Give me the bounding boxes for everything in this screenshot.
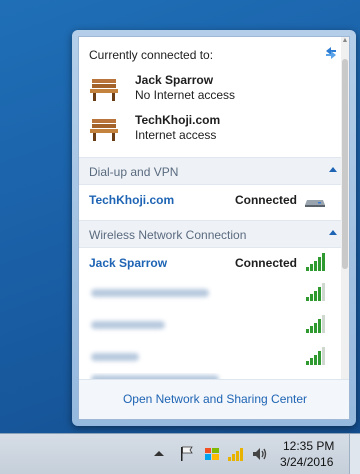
clock-date[interactable]: 3/24/2016 xyxy=(280,455,333,469)
bench-icon xyxy=(90,119,118,141)
wireless-item[interactable] xyxy=(89,315,325,337)
modem-icon xyxy=(305,200,325,207)
flyout-footer: Open Network and Sharing Center xyxy=(79,379,349,419)
signal-icon xyxy=(306,315,325,333)
vpn-item-techkhoji[interactable]: TechKhoji.com Connected xyxy=(89,190,325,212)
show-desktop-button[interactable] xyxy=(349,434,360,474)
connection-status: Connected xyxy=(234,256,297,270)
connected-header: Currently connected to: xyxy=(89,48,214,62)
chevron-up-icon[interactable] xyxy=(153,448,165,460)
connection-status: No Internet access xyxy=(135,88,236,102)
flag-icon[interactable] xyxy=(178,445,196,463)
signal-icon xyxy=(306,283,325,301)
connected-network-jack-sparrow[interactable]: Jack Sparrow No Internet access xyxy=(89,73,329,107)
chevron-up-icon[interactable] xyxy=(329,229,337,237)
scroll-up-icon[interactable]: ▲ xyxy=(341,37,349,45)
network-name xyxy=(91,289,209,297)
network-name: Jack Sparrow xyxy=(89,256,168,270)
wireless-item[interactable] xyxy=(89,347,325,369)
speaker-icon[interactable] xyxy=(251,445,269,463)
scroll-thumb[interactable] xyxy=(342,59,348,269)
network-icon[interactable] xyxy=(227,445,245,463)
taskbar: 12:35 PM 3/24/2016 xyxy=(0,433,360,474)
section-dialup-vpn[interactable]: Dial-up and VPN xyxy=(79,157,349,185)
flyout-panel: Currently connected to: Jack Sparrow No … xyxy=(78,36,350,420)
chevron-up-icon[interactable] xyxy=(329,166,337,174)
clock-time[interactable]: 12:35 PM xyxy=(283,439,334,453)
connected-network-techkhoji[interactable]: TechKhoji.com Internet access xyxy=(89,113,329,147)
refresh-icon[interactable] xyxy=(323,45,339,61)
network-name xyxy=(91,353,139,361)
section-title: Wireless Network Connection xyxy=(89,228,247,242)
open-network-sharing-center-link[interactable]: Open Network and Sharing Center xyxy=(79,392,349,406)
wireless-item-jack-sparrow[interactable]: Jack Sparrow Connected xyxy=(89,253,325,275)
bench-icon xyxy=(90,79,118,101)
windows-icon[interactable] xyxy=(203,445,221,463)
connection-name: TechKhoji.com xyxy=(135,113,221,127)
network-name: TechKhoji.com xyxy=(89,193,175,207)
signal-icon xyxy=(306,253,325,271)
section-title: Dial-up and VPN xyxy=(89,165,179,179)
signal-icon xyxy=(306,347,325,365)
scrollbar[interactable]: ▲ ▼ xyxy=(341,37,349,397)
network-flyout: Currently connected to: Jack Sparrow No … xyxy=(72,30,356,426)
connection-status: Internet access xyxy=(135,128,217,142)
network-name xyxy=(91,321,165,329)
section-wireless[interactable]: Wireless Network Connection xyxy=(79,220,349,248)
connection-status: Connected xyxy=(234,193,297,207)
wireless-item[interactable] xyxy=(89,283,325,305)
connection-name: Jack Sparrow xyxy=(135,73,214,87)
